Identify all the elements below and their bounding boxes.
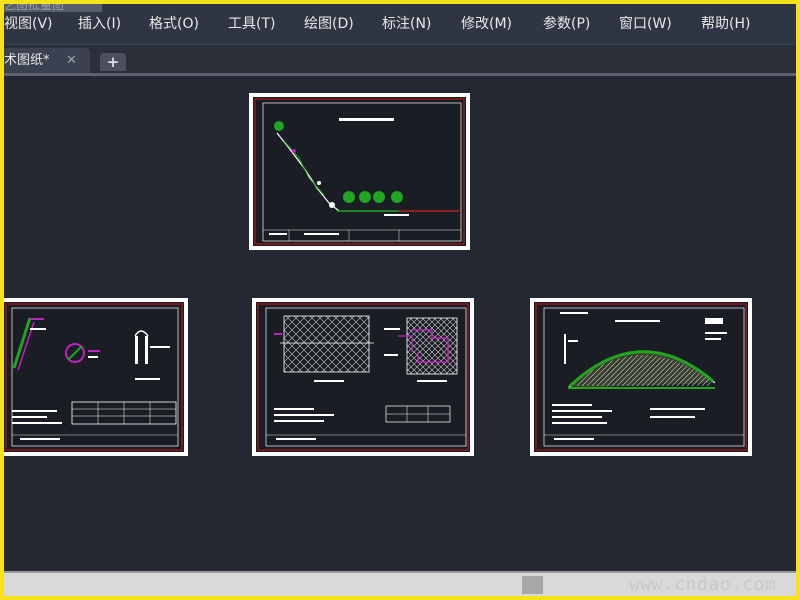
new-tab-button[interactable]: + bbox=[100, 53, 126, 71]
menu-help[interactable]: 帮助(H) bbox=[701, 14, 750, 34]
menu-tools[interactable]: 工具(T) bbox=[228, 14, 275, 34]
tab-drawing[interactable]: 术图纸* ✕ bbox=[4, 48, 90, 73]
cad-application-window: 艺图批量图 视图(V) 插入(I) 格式(O) 工具(T) 绘图(D) 标注(N… bbox=[4, 4, 796, 596]
menu-bar: 艺图批量图 视图(V) 插入(I) 格式(O) 工具(T) 绘图(D) 标注(N… bbox=[4, 4, 796, 45]
menu-format[interactable]: 格式(O) bbox=[149, 14, 199, 34]
slope-section-drawing bbox=[253, 97, 466, 246]
menu-view[interactable]: 视图(V) bbox=[4, 14, 53, 34]
menu-dimension[interactable]: 标注(N) bbox=[382, 14, 431, 34]
menu-window[interactable]: 窗口(W) bbox=[619, 14, 672, 34]
drawing-sheet-wire-mesh[interactable] bbox=[252, 298, 474, 456]
document-tab-bar: 术图纸* ✕ + bbox=[4, 45, 796, 73]
watermark-text: www.cndao.com bbox=[629, 574, 777, 595]
drawing-sheet-slope-planting[interactable] bbox=[530, 298, 752, 456]
menu-modify[interactable]: 修改(M) bbox=[461, 14, 512, 34]
plus-icon: + bbox=[106, 53, 120, 71]
scrollbar-thumb[interactable] bbox=[522, 576, 543, 594]
drawing-sheet-anchor-details[interactable] bbox=[4, 298, 188, 456]
tab-drawing-label: 术图纸* bbox=[4, 53, 50, 68]
slope-planting-drawing bbox=[534, 302, 748, 452]
window-title: 艺图批量图 bbox=[4, 4, 102, 12]
close-icon[interactable]: ✕ bbox=[66, 48, 77, 73]
wire-mesh-drawing bbox=[256, 302, 470, 452]
status-bar: www.cndao.com bbox=[4, 571, 796, 596]
anchor-details-drawing bbox=[4, 302, 184, 452]
menu-draw[interactable]: 绘图(D) bbox=[304, 14, 354, 34]
menu-insert[interactable]: 插入(I) bbox=[78, 14, 121, 34]
drawing-sheet-slope-section[interactable] bbox=[249, 93, 470, 250]
drawing-canvas[interactable] bbox=[4, 76, 796, 571]
menu-parameter[interactable]: 参数(P) bbox=[543, 14, 590, 34]
